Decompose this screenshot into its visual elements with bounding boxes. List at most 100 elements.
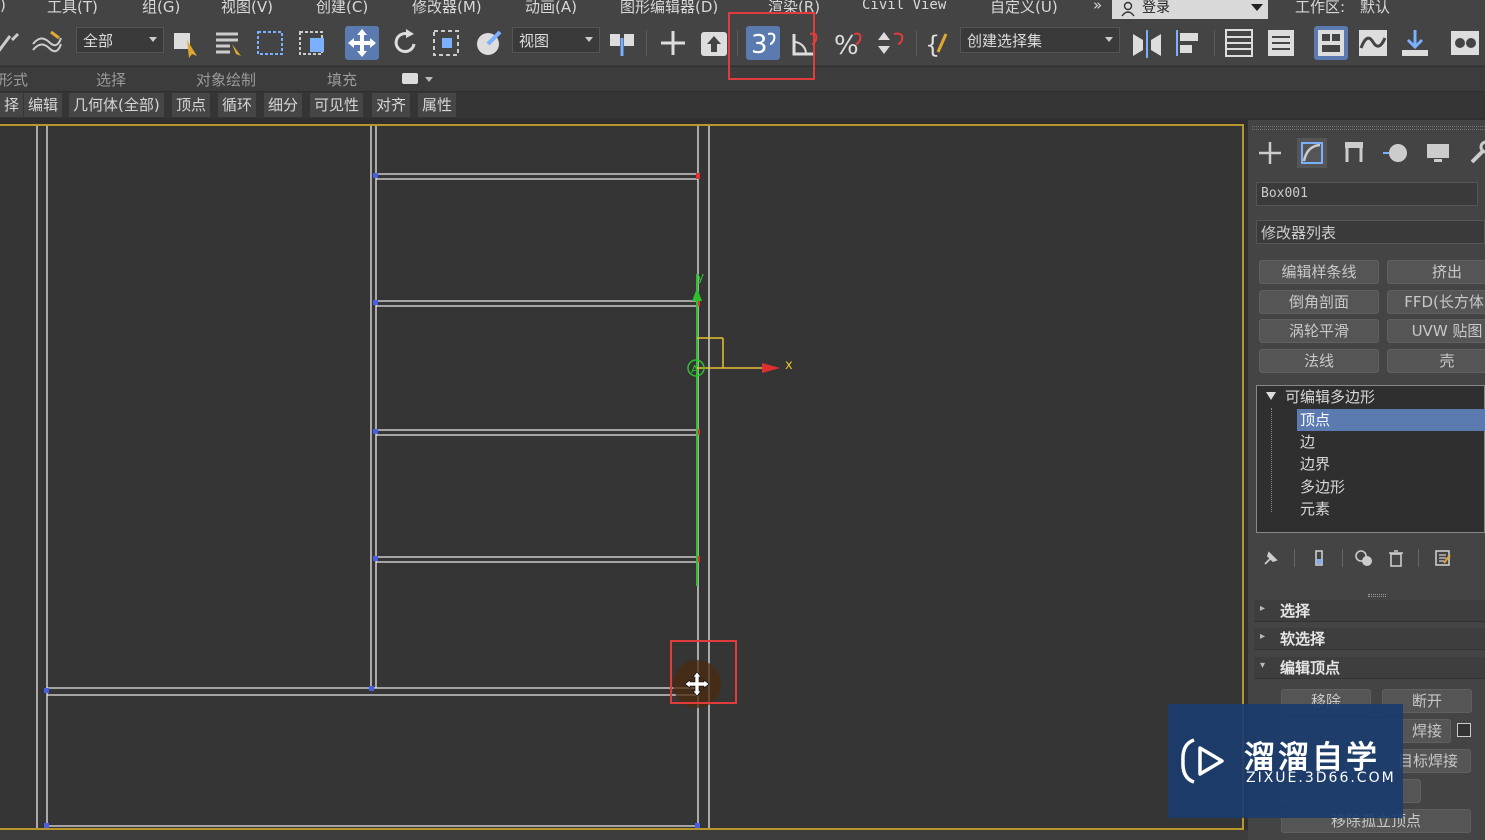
rotate-icon[interactable] [388,26,422,60]
spinner-snap-icon[interactable] [874,26,908,60]
toolbar-separator [646,30,647,56]
vertex-blue [695,823,700,828]
transform-gizmo[interactable]: y x A [687,270,793,586]
stack-subobject-border[interactable]: 边界 [1300,453,1330,475]
material-editor-icon[interactable] [1448,26,1482,60]
ribbon-tab-edit[interactable]: 编辑 [24,93,63,117]
select-by-name-icon[interactable] [211,26,245,60]
modifier-ffd-box-button[interactable]: FFD(长方体) [1387,290,1485,314]
ribbon-options-icon[interactable] [402,73,418,84]
modifier-normal-button[interactable]: 法线 [1259,349,1379,373]
keyboard-shortcut-override-icon[interactable] [697,26,731,60]
chevron-down-icon [1105,37,1113,42]
reference-coordinate-dropdown[interactable]: 视图 [512,27,600,53]
menu-more-button[interactable]: » [1093,0,1102,14]
utilities-tab-icon[interactable] [1464,138,1485,168]
modify-tab-icon[interactable] [1297,138,1327,168]
pin-stack-icon[interactable] [1262,549,1280,567]
menu-item-views[interactable]: 视图(V) [221,0,273,17]
menu-item-tools[interactable]: 工具(T) [47,0,98,17]
ribbon-label-form: 形式 [0,71,29,89]
percent-snap-icon[interactable]: % [832,26,866,61]
collapsed-triangle-icon: ▸ [1260,603,1266,614]
stack-subobject-polygon[interactable]: 多边形 [1300,476,1345,498]
select-object-icon[interactable] [169,26,203,60]
place-icon[interactable] [472,26,506,60]
vertices[interactable] [44,173,700,828]
schematic-view-icon[interactable] [1398,26,1432,60]
menu-item-graph-editors[interactable]: 图形编辑器(D) [620,0,718,17]
edit-named-selection-icon[interactable]: { [922,26,956,60]
show-end-result-icon[interactable] [1310,549,1328,567]
select-and-move-icon[interactable] [345,26,379,60]
modifier-shell-button[interactable]: 壳 [1387,349,1485,373]
curve-editor-icon[interactable] [1356,26,1390,60]
named-selection-set-dropdown[interactable]: 创建选择集 [960,27,1120,53]
window-crossing-icon[interactable] [296,26,330,60]
workspace-label: 工作区: [1295,0,1346,16]
menu-item-partial[interactable]: ) [0,0,6,14]
weld-settings-icon[interactable] [1457,723,1471,737]
chevron-down-icon[interactable] [425,77,433,82]
modifier-uvw-map-button[interactable]: UVW 贴图 [1387,319,1485,343]
modifier-turbosmooth-button[interactable]: 涡轮平滑 [1259,319,1379,343]
hierarchy-tab-icon[interactable] [1339,138,1369,168]
ribbon-tab-visibility[interactable]: 可见性 [310,93,364,117]
ribbon-tab-loops[interactable]: 循环 [218,93,257,117]
display-tab-icon[interactable] [1423,138,1453,168]
pivot-center-icon[interactable] [606,26,640,60]
layer-explorer-icon[interactable] [1264,26,1298,60]
panel-grip[interactable] [1252,126,1485,130]
stack-item-editable-poly[interactable]: 可编辑多边形 [1285,386,1375,408]
bind-space-warp-icon[interactable] [29,26,63,60]
user-icon [1121,1,1135,17]
scene-explorer-icon[interactable] [1222,26,1256,60]
expand-triangle-icon[interactable] [1266,392,1276,400]
play-logo-icon [1181,738,1224,784]
rollout-selection[interactable]: ▸ 选择 [1254,600,1485,622]
menu-item-civil-view[interactable]: Civil View [862,0,946,13]
scale-icon[interactable] [430,26,464,60]
menu-item-modifiers[interactable]: 修改器(M) [412,0,482,17]
create-tab-icon[interactable] [1255,138,1285,168]
stack-subobject-edge[interactable]: 边 [1300,431,1315,453]
login-dropdown[interactable]: 登录 [1112,0,1268,19]
ribbon-tab-geometry-all[interactable]: 几何体(全部) [69,93,164,117]
object-name-field[interactable]: Box001 [1256,182,1478,206]
divider-grip[interactable] [1368,594,1386,597]
modifier-edit-spline-button[interactable]: 编辑样条线 [1259,260,1379,284]
ribbon-tab-vertices[interactable]: 顶点 [172,93,211,117]
make-unique-icon[interactable] [1354,549,1374,567]
ribbon-tab-align[interactable]: 对齐 [372,93,411,117]
modifier-extrude-button[interactable]: 挤出 [1387,260,1485,284]
configure-modifier-sets-icon[interactable] [1434,549,1452,567]
selection-filter-dropdown[interactable]: 全部 [76,27,164,53]
watermark-url: ZIXUE.3D66.COM [1246,770,1396,786]
select-manipulate-icon[interactable] [656,26,690,60]
ribbon-tab-select-partial[interactable]: 择 [0,93,24,117]
highlight-cursor-vertex [670,640,737,704]
rollout-soft-selection[interactable]: ▸ 软选择 [1254,628,1485,650]
trash-icon[interactable] [1388,549,1404,567]
menu-item-create[interactable]: 创建(C) [316,0,368,17]
rectangular-selection-icon[interactable] [254,26,288,60]
ribbon-tab-subdivision[interactable]: 细分 [264,93,303,117]
stack-subobject-element[interactable]: 元素 [1300,498,1330,520]
menu-item-group[interactable]: 组(G) [142,0,180,17]
unlink-icon[interactable] [0,26,26,60]
stack-subobject-vertex[interactable]: 顶点 [1297,409,1485,431]
status-strip [0,830,1248,840]
ribbon-tab-properties[interactable]: 属性 [418,93,457,117]
workspace-value[interactable]: 默认 [1360,0,1390,17]
align-icon[interactable] [1172,26,1206,60]
ribbon-label-populate: 填充 [327,71,358,89]
menu-item-customize[interactable]: 自定义(U) [990,0,1058,17]
modifier-list-dropdown[interactable]: 修改器列表 [1256,220,1485,244]
viewport-front[interactable]: y x A [0,124,1244,830]
mirror-icon[interactable] [1130,26,1164,60]
menu-item-animation[interactable]: 动画(A) [525,0,577,17]
rollout-edit-vertices[interactable]: ▾ 编辑顶点 [1254,657,1485,679]
toggle-ribbon-icon[interactable] [1314,26,1348,60]
motion-tab-icon[interactable] [1381,138,1411,168]
modifier-bevel-profile-button[interactable]: 倒角剖面 [1259,290,1379,314]
